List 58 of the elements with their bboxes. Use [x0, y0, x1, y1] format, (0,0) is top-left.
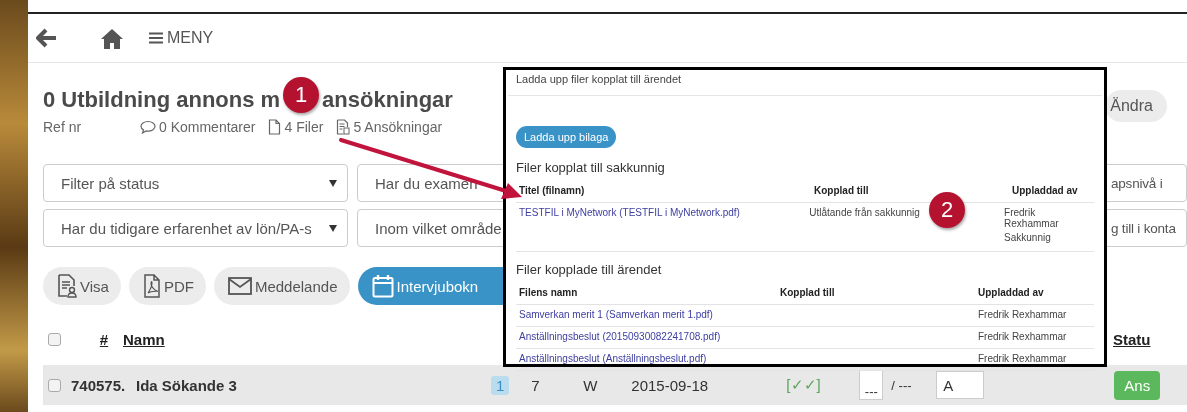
grade-dropdown[interactable]: A [936, 371, 985, 399]
document-icon [268, 119, 282, 135]
table-cell: Fredrik Rexhammar [978, 353, 1067, 364]
table-cell-text: Sakkunnig [1004, 232, 1052, 243]
callout-badge: 1 [283, 77, 320, 113]
filter-dropdown[interactable]: Filter på status [43, 164, 348, 202]
applicant-name[interactable]: Ida Sökande 3 [136, 376, 491, 394]
column-header: Uppladdad av [978, 287, 1044, 300]
back-icon[interactable] [36, 28, 58, 48]
meta-link[interactable]: 5 Ansökningar [336, 119, 443, 135]
column-header: Kopplad till [780, 287, 836, 300]
checkbox[interactable] [48, 378, 61, 392]
column-header: Titel (filnamn) [519, 185, 586, 198]
table-cell: Fredrik Rexhammar [978, 309, 1067, 320]
meta-link[interactable]: 4 Filer [268, 119, 324, 135]
home-icon[interactable] [100, 27, 124, 49]
table-cell-text: 7 [531, 376, 541, 394]
envelope-icon [227, 277, 252, 295]
action-button[interactable]: Visa [43, 267, 121, 305]
page-title: ansökningar [322, 87, 453, 113]
column-header: Kopplad till [814, 185, 870, 198]
pdf-file-icon [142, 274, 161, 298]
score-field[interactable]: --- [859, 370, 884, 400]
calendar-icon [371, 274, 394, 298]
section-heading: Filer kopplat till sakkunnig [516, 160, 666, 175]
file-link[interactable]: Anställningsbeslut (20150930082241708.pdf) [519, 331, 721, 342]
file-link[interactable]: TESTFIL i MyNetwork (TESTFIL i MyNetwork.pdf) [519, 207, 740, 218]
table-cell-text: 740575. [71, 376, 127, 394]
checkbox[interactable] [48, 332, 61, 346]
menu-button[interactable]: MENY [149, 29, 214, 47]
table-cell: Utlåtande från sakkunnig [809, 207, 920, 218]
menu-icon [149, 32, 163, 44]
document-person-icon [57, 274, 77, 298]
table-cell-text: W [583, 376, 599, 394]
column-header[interactable]: Statu [1113, 330, 1151, 348]
filter-dropdown[interactable]: Har du tidigare erfarenhet av lön/PA-s [43, 209, 348, 247]
table-cell: Fredrik Rexhammar [978, 331, 1067, 342]
table-cell-text: / --- [891, 377, 913, 393]
table-cell-text: 2015-09-18 [631, 376, 710, 394]
speech-bubble-icon [140, 120, 156, 134]
section-heading: Filer kopplade till ärendet [516, 262, 663, 277]
action-button[interactable]: Meddelande [213, 267, 350, 305]
edit-button[interactable]: Ändra [1105, 90, 1167, 122]
popup-title: Ladda upp filer kopplat till ärendet [508, 70, 1102, 96]
file-link[interactable]: Anställningsbeslut (Anställningsbeslut.pdf) [519, 353, 707, 364]
page-title: 0 Utbildning annons m [43, 87, 281, 113]
column-header: Filens namn [519, 287, 579, 300]
check-marks: [✓✓] [786, 376, 822, 394]
document-list-icon [336, 119, 351, 135]
reference-label: Ref nr [43, 119, 83, 135]
callout-badge: 2 [929, 192, 965, 228]
action-button[interactable]: PDF [128, 267, 206, 305]
meta-link[interactable]: 0 Kommentarer [140, 119, 256, 135]
column-header[interactable]: # [85, 330, 123, 348]
file-link[interactable]: Samverkan merit 1 (Samverkan merit 1.pdf) [519, 309, 713, 320]
column-header: Uppladdad av [1012, 185, 1078, 198]
count-badge: 1 [491, 375, 510, 395]
table-cell-text: Fredrik Rexhammar [1004, 207, 1060, 229]
